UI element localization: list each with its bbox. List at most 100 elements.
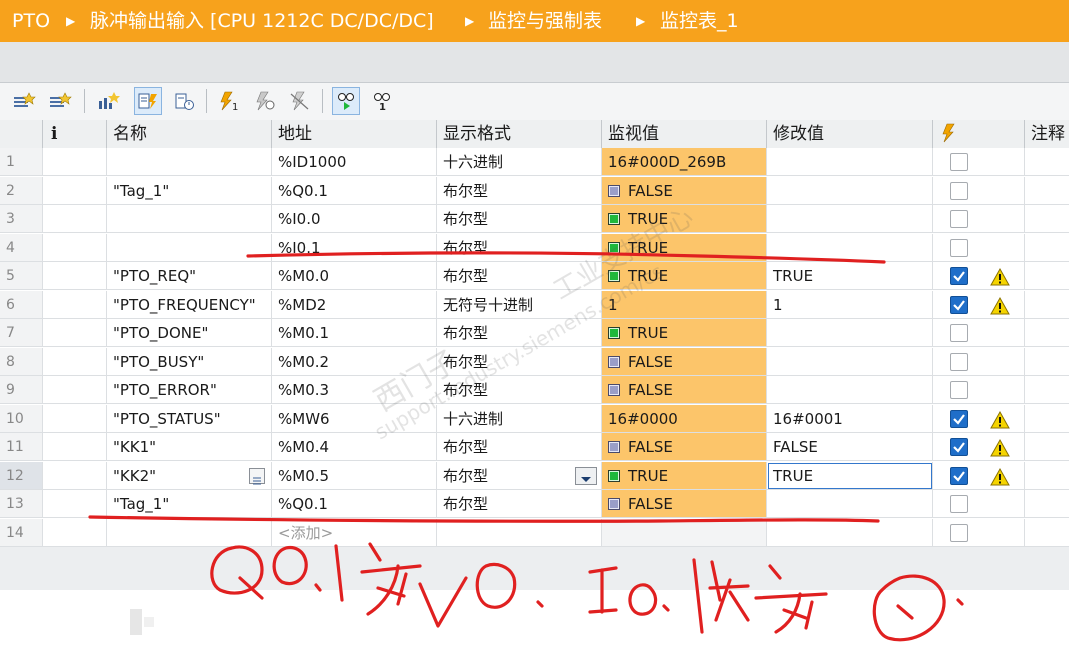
modify-value[interactable] [767,205,933,233]
col-header-comment[interactable]: 注释 [1025,120,1069,148]
modify-checkbox[interactable] [950,210,968,228]
tag-address[interactable]: <添加> [272,518,437,547]
modify-value[interactable] [767,518,933,547]
table-row[interactable]: 2 "Tag_1" %Q0.1 布尔型 FALSE [0,176,1069,205]
display-format[interactable]: 布尔型 [437,433,602,461]
table-row[interactable]: 14 <添加> [0,518,1069,547]
tag-browse-icon[interactable] [249,467,265,484]
tag-address[interactable]: %MW6 [272,404,437,433]
table-row[interactable]: 10 "PTO_STATUS" %MW6 十六进制 16#0000 16#0001 [0,404,1069,433]
modify-value[interactable]: 1 [767,290,933,319]
modify-value[interactable] [767,176,933,205]
monitor-all-icon[interactable] [332,87,360,115]
table-row[interactable]: 4 %I0.1 布尔型 TRUE [0,233,1069,262]
table-row[interactable]: 6 "PTO_FREQUENCY" %MD2 无符号十进制 1 1 [0,290,1069,319]
comment-cell[interactable] [1025,234,1069,262]
display-format[interactable]: 十六进制 [437,404,602,433]
modify-checkbox[interactable] [950,409,968,428]
col-header-modify-value[interactable]: 修改值 [767,120,933,148]
comment-cell[interactable] [1025,205,1069,233]
display-format[interactable]: 布尔型 [437,205,602,233]
comment-cell[interactable] [1025,319,1069,347]
tag-name[interactable]: "PTO_STATUS" [107,404,272,433]
tag-name[interactable] [107,148,272,176]
update-values-icon[interactable] [94,87,122,115]
modify-checkbox[interactable] [950,324,968,342]
table-row[interactable]: 8 "PTO_BUSY" %M0.2 布尔型 FALSE [0,347,1069,376]
breadcrumb-device[interactable]: 脉冲输出输入 [CPU 1212C DC/DC/DC] [90,0,434,42]
show-all-modify-icon[interactable] [134,87,162,115]
modify-value[interactable] [767,490,933,518]
modify-value[interactable] [767,233,933,262]
modify-checkbox[interactable] [950,438,968,456]
display-format[interactable]: 十六进制 [437,148,602,176]
modify-checkbox[interactable] [950,523,968,542]
comment-cell[interactable] [1025,177,1069,205]
comment-cell[interactable] [1025,405,1069,433]
table-row[interactable]: 1 %ID1000 十六进制 16#000D_269B [0,148,1069,177]
tag-name[interactable] [107,233,272,262]
modify-value[interactable] [767,376,933,404]
tag-name[interactable]: "KK2" [107,461,272,490]
modify-checkbox[interactable] [950,381,968,399]
display-format[interactable] [437,518,602,547]
tag-address[interactable]: %M0.0 [272,262,437,290]
comment-cell[interactable] [1025,519,1069,547]
tag-address[interactable]: %I0.1 [272,233,437,262]
tag-name[interactable]: "Tag_1" [107,490,272,518]
modify-value[interactable]: FALSE [767,433,933,461]
col-header-name[interactable]: 名称 [107,120,272,148]
table-row[interactable]: 9 "PTO_ERROR" %M0.3 布尔型 FALSE [0,376,1069,405]
modify-value[interactable]: TRUE [767,262,933,290]
tag-address[interactable]: %M0.2 [272,347,437,376]
table-row[interactable]: 3 %I0.0 布尔型 TRUE [0,205,1069,234]
tag-name[interactable]: "PTO_BUSY" [107,347,272,376]
comment-cell[interactable] [1025,490,1069,518]
modify-checkbox[interactable] [950,238,968,257]
tag-address[interactable]: %M0.4 [272,433,437,461]
display-format[interactable]: 布尔型 [437,233,602,262]
modify-value[interactable] [767,148,933,176]
comment-cell[interactable] [1025,348,1069,376]
tag-name[interactable]: "KK1" [107,433,272,461]
tag-name[interactable]: "PTO_REQ" [107,262,272,290]
modify-value[interactable] [767,319,933,347]
tag-address[interactable]: %MD2 [272,290,437,319]
tag-name[interactable]: "PTO_ERROR" [107,376,272,404]
table-row[interactable]: 5 "PTO_REQ" %M0.0 布尔型 TRUE TRUE [0,262,1069,291]
modify-checkbox[interactable] [950,466,968,485]
col-header-format[interactable]: 显示格式 [437,120,602,148]
modify-now-icon[interactable]: 1 [214,87,242,115]
modify-value-editing[interactable]: TRUE [767,461,933,490]
modify-value[interactable] [767,347,933,376]
tag-name[interactable] [107,518,272,547]
comment-cell[interactable] [1025,462,1069,490]
tag-address[interactable]: %Q0.1 [272,490,437,518]
modify-value[interactable]: 16#0001 [767,404,933,433]
monitor-once-icon[interactable]: 1 [368,87,396,115]
tag-address[interactable]: %M0.1 [272,319,437,347]
tag-address[interactable]: %Q0.1 [272,176,437,205]
tag-name[interactable] [107,205,272,233]
tag-address[interactable]: %ID1000 [272,148,437,176]
modify-checkbox[interactable] [950,181,968,200]
show-monitor-icon[interactable] [170,87,198,115]
insert-row-icon[interactable] [10,87,38,115]
comment-cell[interactable] [1025,376,1069,404]
display-format[interactable]: 布尔型 [437,347,602,376]
modify-checkbox[interactable] [950,495,968,513]
add-row-icon[interactable] [46,87,74,115]
table-row[interactable]: 13 "Tag_1" %Q0.1 布尔型 FALSE [0,490,1069,519]
col-header-monitor-value[interactable]: 监视值 [602,120,767,148]
comment-cell[interactable] [1025,433,1069,461]
modify-checkbox[interactable] [950,153,968,171]
modify-checkbox[interactable] [950,295,968,314]
breadcrumb-project[interactable]: PTO [12,0,50,42]
modify-checkbox[interactable] [950,267,968,285]
display-format[interactable]: 布尔型 [437,376,602,404]
display-format[interactable]: 无符号十进制 [437,290,602,319]
display-format[interactable]: 布尔型 [437,490,602,518]
table-row[interactable]: 11 "KK1" %M0.4 布尔型 FALSE FALSE [0,433,1069,462]
table-row[interactable]: 7 "PTO_DONE" %M0.1 布尔型 TRUE [0,319,1069,348]
display-format[interactable]: 布尔型 [437,461,602,490]
